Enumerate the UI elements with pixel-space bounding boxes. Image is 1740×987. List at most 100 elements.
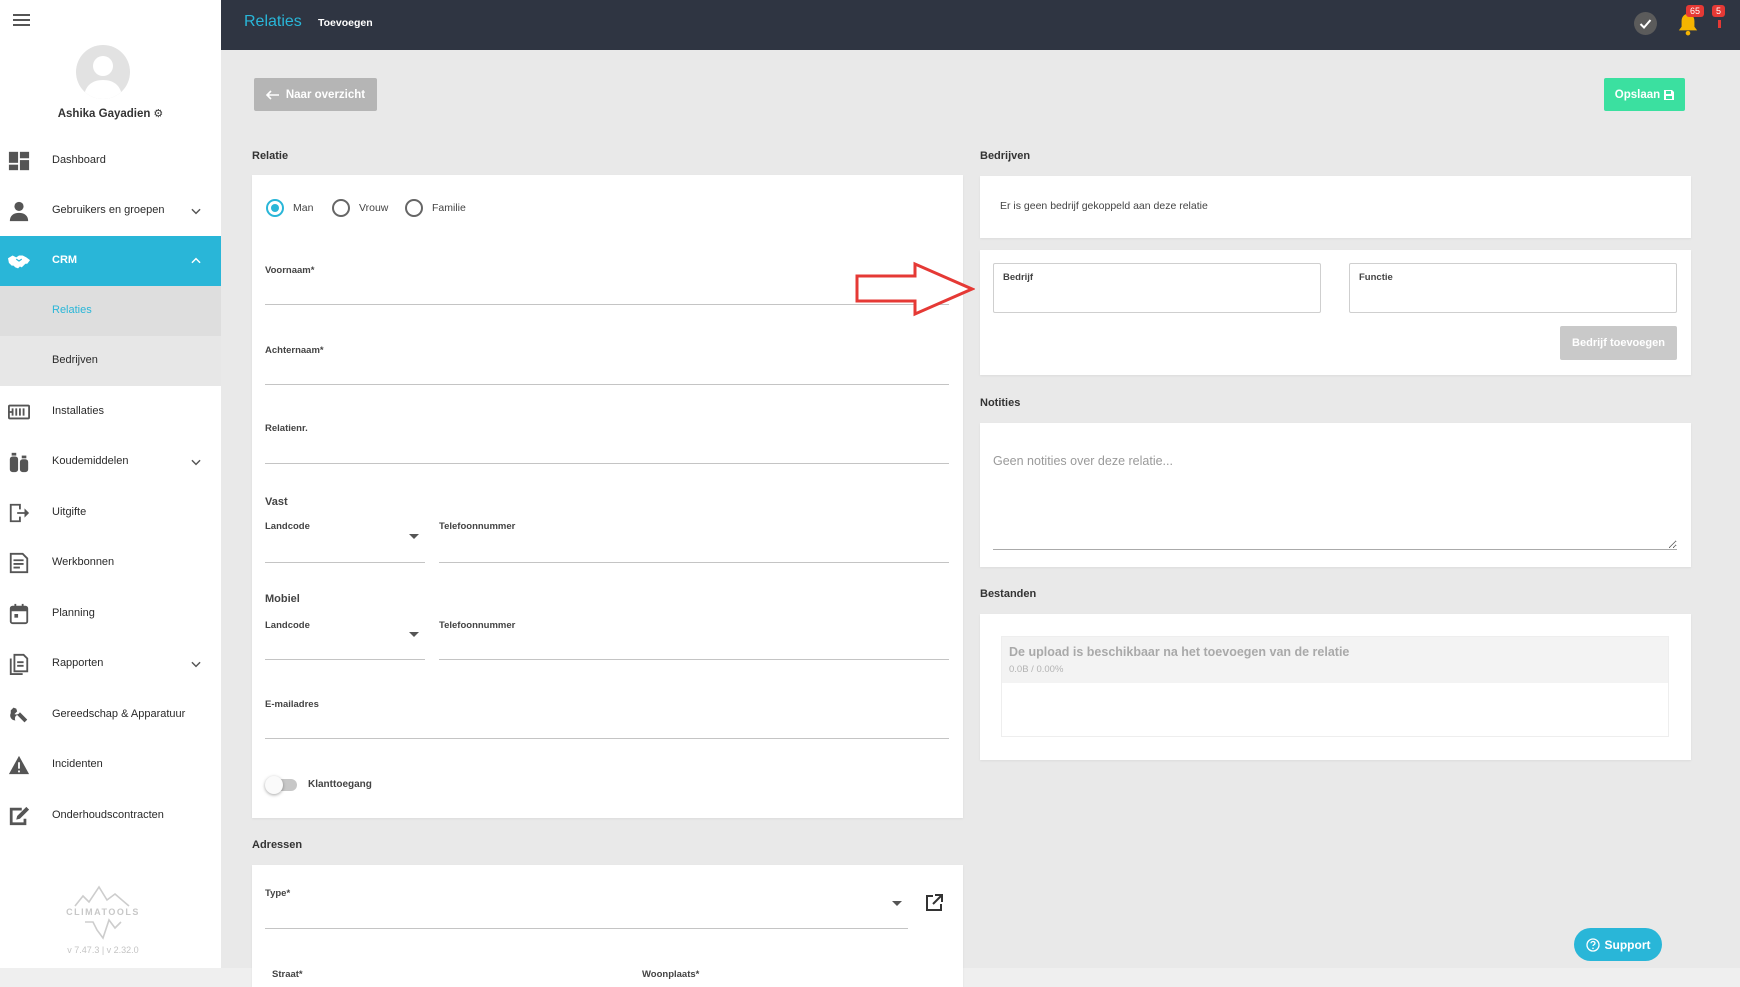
alerts-badge[interactable]: 5 [1712, 5, 1726, 17]
sidebar-item-label: Installaties [52, 405, 104, 417]
dropdown-arrow-icon[interactable] [409, 632, 419, 637]
external-link-icon[interactable] [925, 894, 943, 912]
check-circle-icon[interactable] [1634, 12, 1657, 35]
klanttoegang-toggle[interactable] [265, 776, 301, 794]
upload-progress: 0.0B / 0.00% [1009, 664, 1064, 675]
achternaam-label: Achternaam* [265, 345, 324, 356]
bedrijf-field[interactable]: Bedrijf [993, 263, 1321, 313]
functie-input[interactable] [1359, 286, 1664, 306]
relatienr-field[interactable] [265, 438, 949, 464]
upload-header: De upload is beschikbaar na het toevoege… [1002, 637, 1668, 683]
mobiel-telefoon-field[interactable] [439, 634, 949, 660]
sidebar-item-incidenten[interactable]: Incidenten [0, 740, 221, 790]
sidebar-item-onderhoudscontracten[interactable]: Onderhoudscontracten [0, 791, 221, 841]
bedrijven-empty-card: Er is geen bedrijf gekoppeld aan deze re… [980, 176, 1691, 238]
add-company-card: Bedrijf Functie Bedrijf toevoegen [980, 250, 1691, 375]
user-silhouette-icon [84, 56, 122, 99]
chevron-up-icon[interactable] [189, 254, 203, 268]
notities-card [980, 423, 1691, 567]
exit-icon [8, 502, 30, 524]
logo-text: CLIMATOOLS [66, 907, 140, 917]
user-name-row: Ashika Gayadien ⚙ [0, 107, 221, 120]
address-type-select[interactable] [265, 903, 908, 929]
sidebar-item-koudemiddelen[interactable]: Koudemiddelen [0, 437, 221, 487]
sidebar-item-dashboard[interactable]: Dashboard [0, 136, 221, 186]
notes-textarea[interactable] [993, 448, 1677, 550]
add-company-button[interactable]: Bedrijf toevoegen [1560, 326, 1677, 360]
work-order-icon [8, 552, 30, 574]
back-button-label: Naar overzicht [285, 88, 366, 101]
sidebar-item-label: CRM [52, 254, 78, 266]
sidebar-item-gereedschap[interactable]: Gereedschap & Apparatuur [0, 690, 221, 740]
sidebar-item-installaties[interactable]: Installaties [0, 387, 221, 437]
notifications-badge[interactable]: 65 [1686, 5, 1705, 17]
radio-man[interactable]: Man [266, 199, 313, 217]
version-text: v 7.47.3 | v 2.32.0 [67, 945, 139, 955]
section-title-bestanden: Bestanden [980, 588, 1037, 600]
sidebar-item-label: Gebruikers en groepen [52, 204, 165, 216]
save-button[interactable]: Opslaan [1604, 78, 1685, 111]
sidebar-item-label: Dashboard [52, 154, 106, 166]
alert-indicator [1718, 20, 1721, 28]
sidebar-item-label: Onderhoudscontracten [52, 809, 164, 821]
radio-button[interactable] [332, 199, 350, 217]
gas-cylinders-icon [8, 451, 30, 473]
sidebar-item-werkbonnen[interactable]: Werkbonnen [0, 538, 221, 588]
calendar-icon [8, 603, 30, 625]
user-name: Ashika Gayadien [57, 108, 151, 120]
sidebar-item-gebruikers[interactable]: Gebruikers en groepen [0, 186, 221, 236]
email-field[interactable] [265, 713, 949, 739]
chevron-down-icon[interactable] [189, 657, 203, 671]
section-title-adressen: Adressen [252, 839, 303, 851]
bestanden-card: De upload is beschikbaar na het toevoege… [980, 614, 1691, 760]
chevron-down-icon[interactable] [189, 455, 203, 469]
mobiel-telefoon-label: Telefoonnummer [439, 620, 516, 631]
top-bar: Relaties Toevoegen 65 5 [221, 0, 1740, 50]
sidebar-item-crm[interactable]: CRM [0, 236, 221, 286]
toggle-knob[interactable] [265, 776, 283, 794]
sidebar-item-label: Koudemiddelen [52, 455, 129, 467]
voornaam-field[interactable] [265, 279, 949, 305]
sidebar-item-label: Gereedschap & Apparatuur [52, 708, 186, 720]
vast-telefoon-field[interactable] [439, 537, 949, 563]
sidebar-subitem-bedrijven[interactable]: Bedrijven [0, 336, 221, 386]
dropdown-arrow-icon[interactable] [409, 534, 419, 539]
sidebar-item-planning[interactable]: Planning [0, 589, 221, 639]
mobiel-landcode-select[interactable] [265, 634, 425, 660]
back-to-overview-button[interactable]: Naar overzicht [254, 78, 377, 111]
section-title-notities: Notities [980, 397, 1021, 409]
functie-field[interactable]: Functie [1349, 263, 1677, 313]
handshake-icon [8, 250, 30, 272]
radio-button[interactable] [405, 199, 423, 217]
support-button[interactable]: Support [1574, 928, 1662, 961]
reports-icon [8, 653, 30, 675]
support-label: Support [1604, 937, 1651, 952]
bedrijf-input[interactable] [1003, 286, 1308, 306]
dropdown-arrow-icon[interactable] [892, 901, 902, 906]
section-title-relatie: Relatie [252, 150, 289, 162]
save-button-label: Opslaan [1614, 88, 1661, 101]
page-title[interactable]: Relaties [244, 13, 302, 31]
woonplaats-label: Woonplaats* [642, 969, 700, 980]
mobiel-heading: Mobiel [265, 593, 300, 605]
radio-button[interactable] [266, 199, 284, 217]
upload-area[interactable]: De upload is beschikbaar na het toevoege… [1001, 636, 1669, 737]
avatar[interactable] [76, 45, 130, 99]
email-label: E-mailadres [265, 699, 319, 710]
gear-icon[interactable]: ⚙ [153, 107, 163, 120]
radio-familie[interactable]: Familie [405, 199, 466, 217]
page-subtitle: Toevoegen [318, 17, 373, 29]
menu-icon[interactable] [13, 14, 30, 26]
vast-landcode-select[interactable] [265, 537, 425, 563]
sidebar-item-rapporten[interactable]: Rapporten [0, 639, 221, 689]
vast-landcode-label: Landcode [265, 521, 310, 532]
chevron-down-icon[interactable] [189, 204, 203, 218]
radio-vrouw[interactable]: Vrouw [332, 199, 388, 217]
dashboard-icon [8, 150, 30, 172]
sidebar-item-uitgifte[interactable]: Uitgifte [0, 488, 221, 538]
upload-message: De upload is beschikbaar na het toevoege… [1009, 645, 1350, 659]
radio-label: Man [293, 202, 314, 214]
sidebar-subitem-relaties[interactable]: Relaties [0, 286, 221, 336]
achternaam-field[interactable] [265, 359, 949, 385]
vast-telefoon-label: Telefoonnummer [439, 521, 516, 532]
